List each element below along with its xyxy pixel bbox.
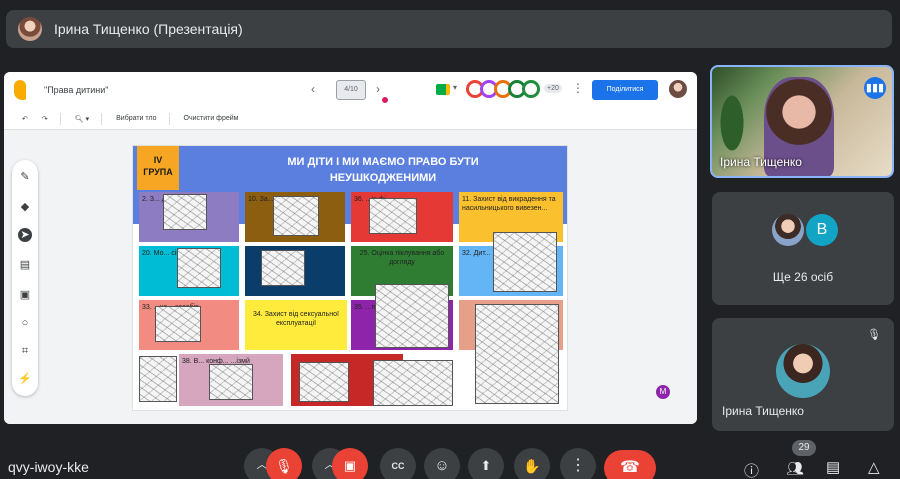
image-icon[interactable]: ▣ [18, 288, 32, 302]
pen-icon[interactable]: ✎ [18, 170, 32, 184]
zoom-icon[interactable]: 🔍︎ ▾ [75, 115, 89, 123]
sketch-image[interactable] [273, 196, 319, 236]
participant-name: Ірина Тищенко [722, 404, 804, 418]
frame-bar-button[interactable]: 4/10 [336, 80, 366, 100]
participant-tile-others[interactable]: B Ще 26 осіб [712, 192, 894, 305]
slide-card[interactable]: 34. Захист від сексуальної експлуатації [245, 300, 347, 350]
end-call-button[interactable]: ☎ [604, 450, 656, 479]
toolbar-divider [59, 112, 61, 125]
collaborator-count: +20 [544, 84, 562, 93]
camera-toggle-button[interactable]: ▣ [332, 448, 368, 479]
sketch-image[interactable] [163, 194, 207, 230]
jamboard-logo-icon [14, 80, 26, 100]
others-label: Ще 26 осіб [772, 270, 834, 284]
sketch-image[interactable] [209, 364, 253, 400]
toolbar-divider [101, 112, 103, 125]
more-options-button[interactable]: ⋮ [560, 448, 596, 479]
slide-title-line: МИ ДІТИ І МИ МАЄМО ПРАВО БУТИ [287, 156, 479, 168]
shared-screen: "Права дитини" ‹ 4/10 › ▾ +20 ⋮ Поділити… [4, 72, 697, 424]
sketch-image[interactable] [369, 198, 417, 234]
jamboard-frame[interactable]: IV ГРУПА МИ ДІТИ І МИ МАЄМО ПРАВО БУТИ Н… [132, 145, 568, 411]
chevron-down-icon[interactable]: ▾ [453, 83, 457, 92]
other-avatar-letter: B [806, 214, 838, 246]
mic-toggle-button[interactable]: 🎙︎ [266, 448, 302, 479]
participant-avatar [776, 344, 830, 398]
other-avatar [772, 214, 804, 246]
prev-frame-icon[interactable]: ‹ [311, 82, 315, 96]
meeting-code: qvy-iwoy-kke [8, 459, 89, 475]
presenter-avatar [18, 17, 42, 41]
group-label-text: ГРУПА [143, 167, 173, 177]
mic-off-icon: 🎙︎ [867, 329, 881, 341]
select-icon[interactable]: ➤ [18, 228, 32, 242]
group-label-number: IV [153, 155, 163, 165]
redo-icon[interactable]: ↷ [42, 115, 48, 123]
pen-color-indicator [382, 97, 388, 103]
undo-icon[interactable]: ↶ [22, 115, 28, 123]
sketch-image[interactable] [373, 360, 453, 406]
tool-sidebar: ✎ ◆ ➤ ▤ ▣ ○ ⌗ ⚡ [12, 160, 38, 396]
sketch-image[interactable] [139, 356, 177, 402]
sketch-image[interactable] [475, 304, 559, 404]
toolbar-divider [168, 112, 170, 125]
sketch-image[interactable] [261, 250, 305, 286]
meet-icon[interactable] [436, 84, 450, 95]
present-screen-button[interactable]: ⬆ [468, 448, 504, 479]
raise-hand-button[interactable]: ✋ [514, 448, 550, 479]
more-vert-icon[interactable]: ⋮ [572, 81, 584, 95]
slide-title: МИ ДІТИ І МИ МАЄМО ПРАВО БУТИ НЕУШКОДЖЕН… [213, 154, 553, 186]
emoji-button[interactable]: ☺ [424, 448, 460, 479]
text-box-icon[interactable]: ⌗ [18, 344, 32, 358]
pick-background-button[interactable]: Вибрати тло [116, 115, 156, 122]
plant-decoration [712, 75, 752, 155]
group-label: IV ГРУПА [137, 146, 179, 190]
laser-icon[interactable]: ⚡ [18, 372, 32, 386]
shape-icon[interactable]: ○ [18, 316, 32, 330]
clear-frame-button[interactable]: Очистити фрейм [184, 115, 239, 122]
chat-icon[interactable]: ▤ [826, 458, 840, 476]
activities-icon[interactable]: △ [868, 458, 880, 476]
next-frame-icon[interactable]: › [376, 82, 380, 96]
collaborator-avatars [466, 80, 540, 98]
participant-name: Ірина Тищенко [720, 155, 802, 169]
sketch-image[interactable] [155, 306, 201, 342]
speaking-indicator-icon: ▮▮▮ [864, 77, 886, 99]
people-icon[interactable]: 👥︎ [786, 460, 804, 477]
jamboard-doc-title[interactable]: "Права дитини" [44, 85, 108, 95]
participant-tile-speaker[interactable]: ▮▮▮ Ірина Тищенко [710, 65, 894, 178]
sketch-image[interactable] [177, 248, 221, 288]
jamboard-toolbar: ↶ ↷ 🔍︎ ▾ Вибрати тло Очистити фрейм [4, 108, 697, 130]
slide-title-line: НЕУШКОДЖЕНИМИ [329, 172, 437, 184]
presenter-bar: Ірина Тищенко (Презентація) [6, 10, 892, 48]
collaborator-avatar [522, 80, 540, 98]
info-icon[interactable]: ⓘ [744, 460, 759, 479]
participant-count-badge: 29 [792, 440, 816, 456]
user-badge: M [656, 385, 670, 399]
sketch-image[interactable] [375, 284, 449, 348]
sketch-image[interactable] [493, 232, 557, 292]
eraser-icon[interactable]: ◆ [18, 200, 32, 214]
meet-window: Ірина Тищенко (Презентація) "Права дитин… [0, 0, 900, 479]
sketch-image[interactable] [299, 362, 349, 402]
presenter-name: Ірина Тищенко (Презентація) [54, 21, 243, 37]
sticky-note-icon[interactable]: ▤ [18, 258, 32, 272]
participant-tile[interactable]: 🎙︎ Ірина Тищенко [712, 318, 894, 431]
captions-button[interactable]: CC [380, 448, 416, 479]
user-avatar[interactable] [669, 80, 687, 98]
share-button[interactable]: Поділитися [592, 80, 658, 100]
